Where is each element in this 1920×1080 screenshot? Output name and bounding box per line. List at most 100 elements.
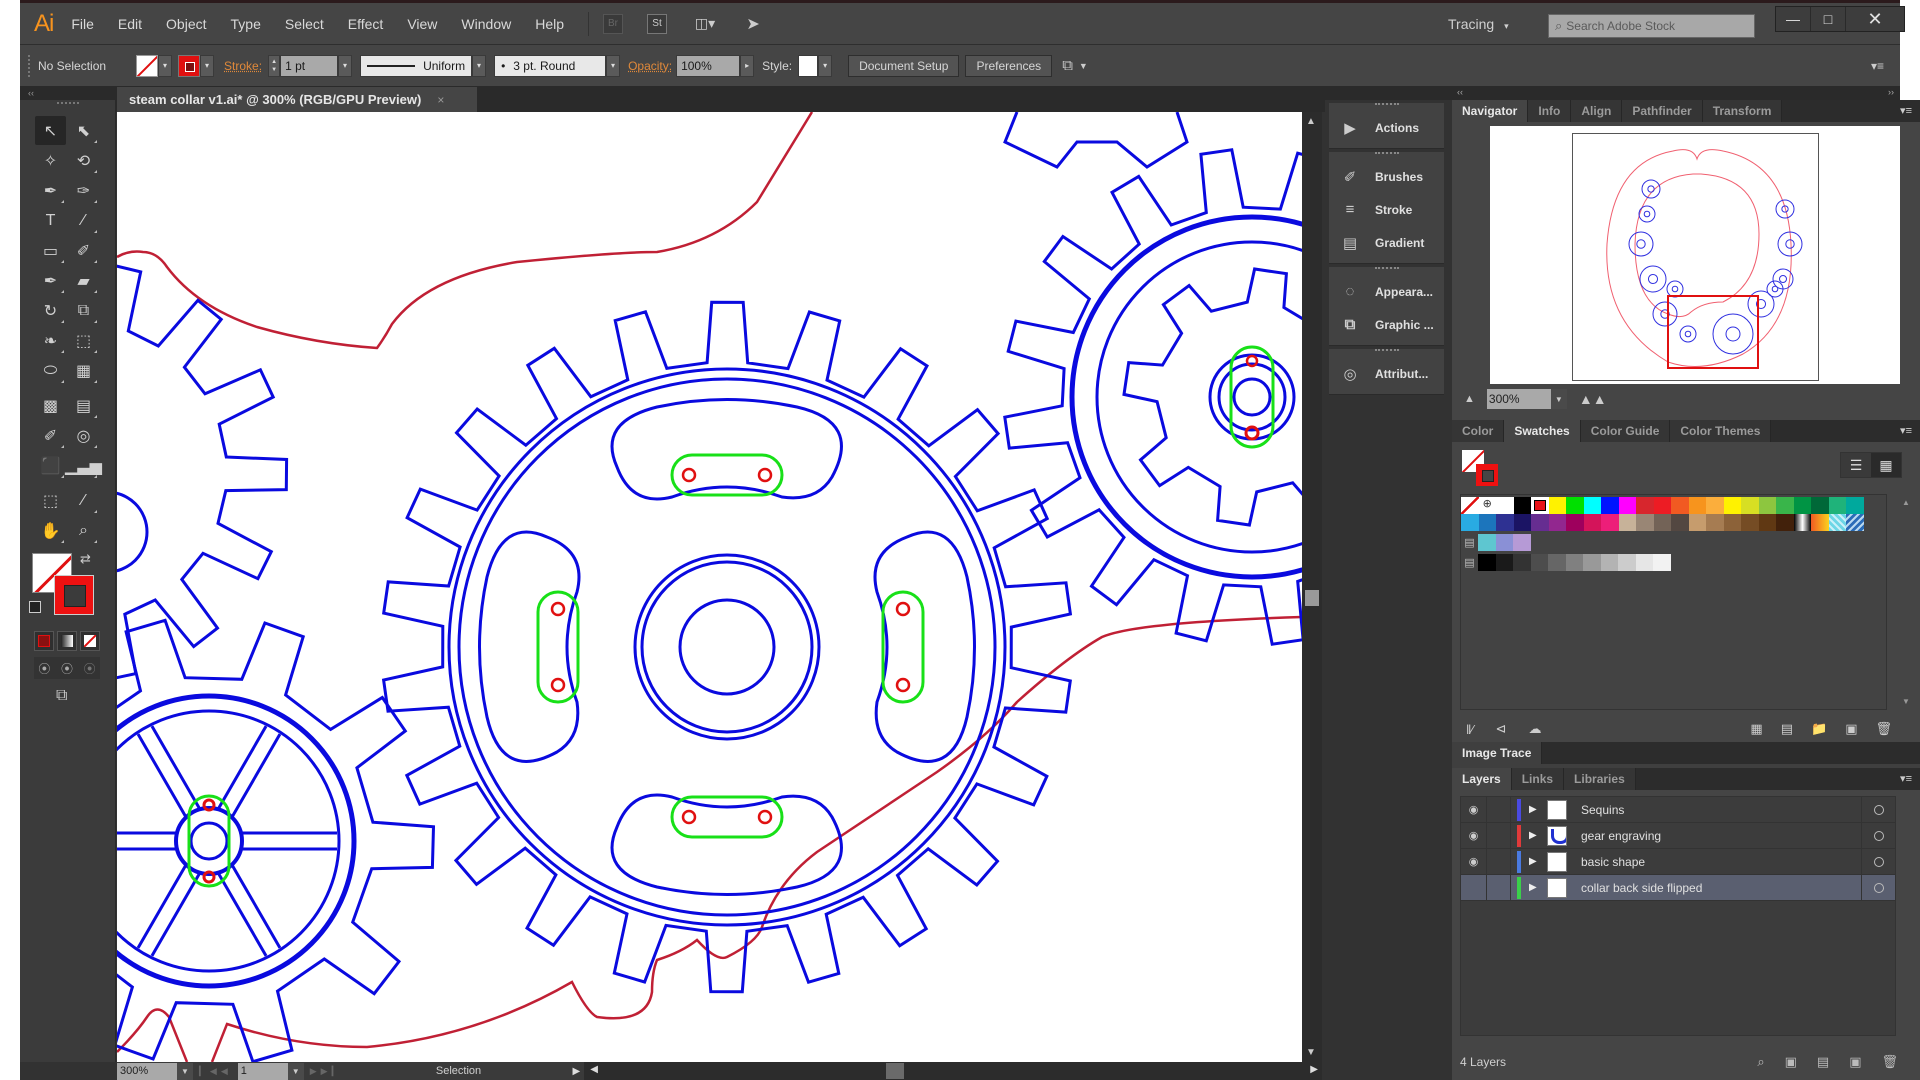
dock-group-grip[interactable] — [1374, 267, 1399, 275]
swatch[interactable] — [1688, 497, 1706, 514]
swatch[interactable] — [1618, 514, 1636, 531]
swatch[interactable] — [1583, 497, 1601, 514]
list-view-icon[interactable]: ☰ — [1841, 453, 1871, 477]
stock-icon[interactable]: St — [647, 13, 668, 34]
column-graph-tool[interactable]: ▁▃▅ — [65, 451, 102, 480]
zoom-in-icon[interactable]: ▲▲ — [1579, 391, 1607, 407]
swatch[interactable] — [1635, 554, 1653, 571]
close-tab-icon[interactable]: × — [437, 93, 444, 107]
none-mode-button[interactable] — [80, 631, 100, 651]
lock-toggle[interactable] — [1487, 874, 1511, 901]
direct-selection-tool[interactable]: ⬉ — [68, 116, 99, 145]
menu-view[interactable]: View — [407, 16, 437, 32]
swatch[interactable] — [1496, 514, 1514, 531]
visibility-eye-icon[interactable]: ◉ — [1461, 822, 1487, 849]
shaper-tool[interactable]: ✒ — [35, 266, 66, 295]
swatch[interactable] — [1478, 514, 1496, 531]
stroke-dropdown[interactable]: ▾ — [200, 54, 215, 77]
opacity-slider-toggle[interactable]: ▸ — [740, 54, 755, 77]
dock-item-graphic[interactable]: ⧉ Graphic ... — [1329, 308, 1444, 341]
selection-tool[interactable]: ↖ — [35, 116, 66, 145]
default-fill-stroke-icon[interactable] — [29, 601, 41, 613]
stroke-weight-input[interactable]: 1 pt — [280, 54, 339, 77]
share-swatch-icon[interactable]: ⊲ — [1496, 721, 1507, 737]
new-sublayer-icon[interactable]: ▤ — [1817, 1054, 1829, 1070]
document-tab[interactable]: steam collar v1.ai* @ 300% (RGB/GPU Prev… — [117, 87, 477, 112]
swatch[interactable] — [1741, 497, 1759, 514]
swatch[interactable] — [1530, 554, 1548, 571]
symbol-sprayer-tool[interactable]: ⬛ — [35, 451, 66, 480]
collapse-panels-icon[interactable]: ›› — [1888, 87, 1894, 97]
grid-view-icon[interactable]: ▦ — [1871, 453, 1901, 477]
visibility-eye-icon[interactable] — [1461, 874, 1487, 901]
registration-swatch[interactable]: ⊕ — [1478, 497, 1496, 514]
swatch[interactable] — [1513, 554, 1531, 571]
menu-select[interactable]: Select — [285, 16, 324, 32]
navigator-preview[interactable] — [1490, 126, 1900, 384]
color-group-folder-icon[interactable]: ▤ — [1461, 534, 1478, 551]
swatch[interactable] — [1723, 497, 1741, 514]
stroke-swatch[interactable] — [178, 54, 201, 77]
navigator-zoom-dropdown[interactable]: ▼ — [1550, 389, 1567, 409]
arrange-documents-icon[interactable]: ◫▾ — [691, 14, 719, 34]
swatch[interactable] — [1636, 497, 1654, 514]
draw-behind-icon[interactable]: ⦿ — [61, 660, 73, 677]
bridge-icon[interactable]: Br — [603, 13, 624, 34]
scroll-down-icon[interactable]: ▼ — [1902, 697, 1910, 706]
opacity-label[interactable]: Opacity: — [628, 59, 672, 73]
swatch-scrollbar[interactable]: ▲ ▼ — [1902, 498, 1914, 706]
swatch[interactable] — [1513, 514, 1531, 531]
horizontal-scrollbar[interactable]: ◀ ▶ — [584, 1062, 1322, 1080]
target-icon[interactable] — [1861, 848, 1895, 875]
swatch[interactable] — [1531, 497, 1549, 514]
swatch[interactable] — [1461, 514, 1479, 531]
swatch-options-icon[interactable]: ▤ — [1781, 721, 1793, 737]
swatch-kind-icon[interactable]: ▦ — [1750, 721, 1762, 737]
preferences-button[interactable]: Preferences — [965, 54, 1053, 77]
stroke-profile-select[interactable]: Uniform — [360, 54, 473, 77]
scroll-up-icon[interactable]: ▲ — [1902, 498, 1910, 507]
tab-info[interactable]: Info — [1528, 100, 1572, 122]
swatch[interactable] — [1653, 514, 1671, 531]
swatch[interactable] — [1741, 514, 1759, 531]
layer-name[interactable]: collar back side flipped — [1581, 881, 1861, 895]
layer-name[interactable]: gear engraving — [1581, 829, 1861, 843]
cloud-icon[interactable]: ☁ — [1528, 721, 1541, 737]
swatch[interactable] — [1723, 514, 1741, 531]
swap-fill-stroke-icon[interactable]: ⇄ — [80, 551, 91, 567]
tab-swatches[interactable]: Swatches — [1504, 420, 1581, 442]
artboard-prev-buttons[interactable]: ▎◀◀ — [199, 1066, 232, 1077]
brush-definition-select[interactable]: • 3 pt. Round — [494, 54, 607, 77]
swatch[interactable] — [1653, 554, 1671, 571]
layer-row[interactable]: ▶ collar back side flipped — [1461, 874, 1895, 901]
chevron-down-icon[interactable]: ▼ — [1079, 61, 1088, 71]
swatch[interactable] — [1513, 534, 1531, 551]
dock-item-appeara[interactable]: ◌ Appeara... — [1329, 275, 1444, 308]
tab-libraries[interactable]: Libraries — [1564, 768, 1636, 790]
paintbrush-tool[interactable]: ✐ — [68, 236, 99, 265]
lock-toggle[interactable] — [1487, 822, 1511, 849]
gradient-mode-button[interactable] — [57, 631, 77, 651]
none-swatch[interactable] — [1461, 497, 1479, 514]
menu-object[interactable]: Object — [166, 16, 206, 32]
dock-item-brushes[interactable]: ✐ Brushes — [1329, 160, 1444, 193]
stroke-profile-dropdown[interactable]: ▾ — [472, 54, 487, 77]
layer-name[interactable]: basic shape — [1581, 855, 1861, 869]
make-clipping-mask-icon[interactable]: ▣ — [1785, 1054, 1797, 1070]
free-transform-tool[interactable]: ⬚ — [68, 326, 99, 355]
stroke-indicator[interactable] — [54, 575, 94, 615]
vertical-scroll-thumb[interactable] — [1305, 590, 1319, 606]
line-tool[interactable]: ∕ — [68, 206, 99, 235]
swatch[interactable] — [1706, 497, 1724, 514]
swatch[interactable] — [1811, 497, 1829, 514]
dock-item-gradient[interactable]: ▤ Gradient — [1329, 226, 1444, 259]
artboard-number-input[interactable]: 1 — [237, 1062, 288, 1080]
scale-tool[interactable]: ⧉ — [68, 296, 99, 325]
swatch[interactable] — [1478, 534, 1496, 551]
layer-row[interactable]: ◉ ▶ basic shape — [1461, 848, 1895, 875]
swatch[interactable] — [1495, 534, 1513, 551]
scroll-down-icon[interactable]: ▼ — [1306, 1047, 1316, 1058]
swatch[interactable] — [1846, 514, 1864, 531]
tab-color[interactable]: Color — [1452, 420, 1505, 442]
fill-dropdown[interactable]: ▾ — [158, 54, 173, 77]
